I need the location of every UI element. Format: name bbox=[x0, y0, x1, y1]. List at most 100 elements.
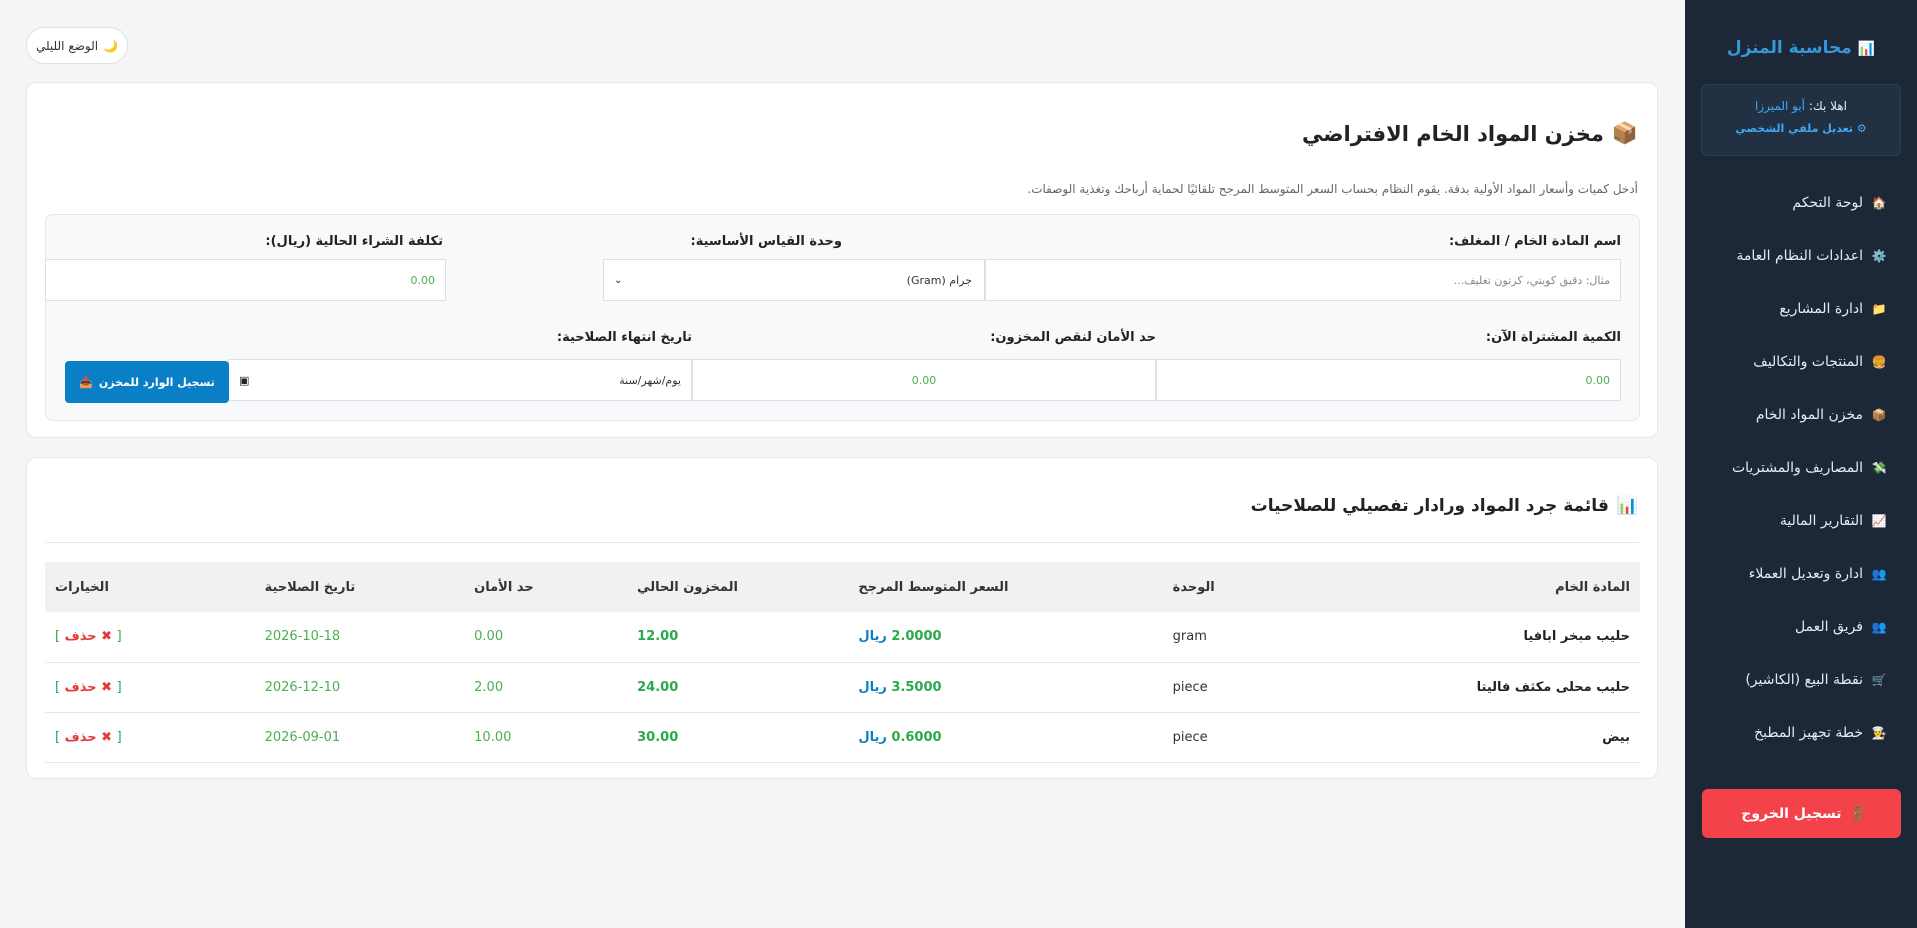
material-name-cell: بيض bbox=[1290, 712, 1640, 763]
sidebar-item[interactable]: 🏠 لوحة التحكم bbox=[1685, 177, 1917, 230]
sidebar-item-label: خطة تجهيز المطبخ bbox=[1754, 725, 1863, 741]
unit-select[interactable]: جرام (Gram) ⌄ bbox=[603, 259, 985, 301]
delete-cell: [ ✖ حذف ] bbox=[45, 712, 255, 763]
night-mode-label: الوضع الليلي bbox=[35, 38, 99, 53]
sidebar-item[interactable]: 👨‍🍳 خطة تجهيز المطبخ bbox=[1685, 707, 1917, 760]
sidebar-item[interactable]: ⚙️ اعدادات النظام العامة bbox=[1685, 230, 1917, 283]
delete-button[interactable]: [ ✖ حذف ] bbox=[55, 680, 122, 695]
sidebar-nav: 🏠 لوحة التحكم ⚙️ اعدادات النظام العامة 📁 ادار… bbox=[1685, 177, 1917, 760]
stock-cell: 24.00 bbox=[627, 662, 849, 713]
stock-cell: 12.00 bbox=[627, 612, 849, 663]
sidebar-item-icon: ⚙️ bbox=[1871, 249, 1887, 263]
page-title-text: مخزن المواد الخام الافتراضي bbox=[1302, 121, 1604, 146]
user-box: اهلا بك: أبو الميرزا ⚙ تعديل ملفي الشخصي bbox=[1701, 84, 1901, 156]
currency-label: ريال bbox=[858, 729, 887, 745]
logout-button[interactable]: 🚪 تسجيل الخروج bbox=[1702, 789, 1901, 838]
table-body: حليب مبخر ابافيا gram 2.0000 ريال 12.00 0.00… bbox=[45, 612, 1640, 763]
page-description: أدخل كميات وأسعار المواد الأولية بدقة. ي… bbox=[1027, 182, 1638, 196]
safety-input[interactable]: 0.00 bbox=[692, 359, 1156, 401]
column-header: السعر المتوسط المرجح bbox=[848, 562, 1163, 612]
chart-icon: 📊 bbox=[1857, 41, 1876, 57]
sidebar-item-icon: 💸 bbox=[1871, 461, 1887, 475]
gear-icon: ⚙ bbox=[1856, 122, 1867, 135]
price-value: 0.6000 bbox=[891, 729, 942, 745]
greeting-label: اهلا بك: bbox=[1808, 99, 1847, 113]
quantity-label: الكمية المشتراة الآن: bbox=[1485, 330, 1621, 345]
safety-cell: 10.00 bbox=[464, 712, 628, 763]
brand-title: محاسبة المنزل bbox=[1726, 38, 1852, 58]
sidebar-item-label: المصاريف والمشتريات bbox=[1731, 460, 1863, 476]
safety-placeholder: 0.00 bbox=[911, 373, 937, 387]
safety-cell: 0.00 bbox=[464, 612, 628, 663]
logout-label: تسجيل الخروج bbox=[1741, 805, 1842, 822]
sidebar-item-icon: 📈 bbox=[1871, 514, 1887, 528]
sidebar-item-label: التقارير المالية bbox=[1779, 513, 1863, 529]
door-icon: 🚪 bbox=[1849, 805, 1867, 822]
sidebar-item[interactable]: 📦 مخزن المواد الخام bbox=[1685, 389, 1917, 442]
quantity-input[interactable]: 0.00 bbox=[1156, 359, 1621, 401]
x-icon: ✖ bbox=[101, 629, 113, 645]
night-mode-toggle[interactable]: 🌙 الوضع الليلي bbox=[26, 27, 128, 64]
delete-label: حذف bbox=[64, 629, 97, 645]
stock-cell: 30.00 bbox=[627, 712, 849, 763]
table-title-text: قائمة جرد المواد ورادار تفصيلي للصلاحيات bbox=[1250, 496, 1609, 516]
sidebar-item-label: المنتجات والتكاليف bbox=[1753, 354, 1863, 370]
x-icon: ✖ bbox=[101, 729, 113, 745]
price-cell: 2.0000 ريال bbox=[848, 612, 1163, 663]
expiry-placeholder: يوم/شهر/سنة bbox=[619, 373, 681, 387]
sidebar-item[interactable]: 📁 ادارة المشاريع bbox=[1685, 283, 1917, 336]
cost-placeholder: 0.00 bbox=[410, 273, 436, 287]
sidebar-item[interactable]: 👥 ادارة وتعديل العملاء bbox=[1685, 548, 1917, 601]
unit-cell: piece bbox=[1162, 712, 1291, 763]
table-row: حليب مبخر ابافيا gram 2.0000 ريال 12.00 0.00… bbox=[45, 612, 1640, 663]
sidebar-item-icon: 🍔 bbox=[1871, 355, 1887, 369]
brand[interactable]: 📊 محاسبة المنزل bbox=[1685, 38, 1917, 58]
edit-profile-label: تعديل ملفي الشخصي bbox=[1735, 122, 1853, 135]
sidebar-item-icon: 👨‍🍳 bbox=[1871, 726, 1887, 740]
submit-label: تسجيل الوارد للمخزن bbox=[98, 375, 215, 389]
sidebar-item-label: ادارة وتعديل العملاء bbox=[1748, 566, 1863, 582]
column-header: الوحدة bbox=[1162, 562, 1291, 612]
x-icon: ✖ bbox=[101, 679, 113, 695]
expiry-cell: 2026-12-10 bbox=[254, 662, 465, 713]
material-name-input[interactable]: مثال: دقيق كويتي، كرتون تغليف... bbox=[985, 259, 1621, 301]
unit-select-value: جرام (Gram) bbox=[906, 273, 972, 287]
divider bbox=[45, 542, 1639, 543]
sidebar: 📊 محاسبة المنزل اهلا بك: أبو الميرزا ⚙ ت… bbox=[1685, 0, 1917, 928]
sidebar-item-label: فريق العمل bbox=[1794, 619, 1863, 635]
sidebar-item[interactable]: 👥 فريق العمل bbox=[1685, 601, 1917, 654]
moon-icon: 🌙 bbox=[103, 38, 119, 53]
add-material-form: اسم المادة الخام / المغلف: مثال: دقيق كو… bbox=[45, 214, 1640, 421]
edit-profile-link[interactable]: ⚙ تعديل ملفي الشخصي bbox=[1702, 122, 1900, 135]
inventory-table-card: 📊 قائمة جرد المواد ورادار تفصيلي للصلاحي… bbox=[26, 457, 1658, 779]
currency-label: ريال bbox=[858, 679, 887, 695]
column-header: المادة الخام bbox=[1290, 562, 1640, 612]
column-header: تاريخ الصلاحية bbox=[254, 562, 465, 612]
sidebar-item-icon: 📁 bbox=[1871, 302, 1887, 316]
delete-button[interactable]: [ ✖ حذف ] bbox=[55, 629, 122, 644]
table-header-row: المادة الخام الوحدة السعر المتوسط المرجح ال… bbox=[45, 562, 1640, 612]
delete-button[interactable]: [ ✖ حذف ] bbox=[55, 730, 122, 745]
sidebar-item[interactable]: 🛒 نقطة البيع (الكاشير) bbox=[1685, 654, 1917, 707]
cost-input[interactable]: 0.00 bbox=[45, 259, 446, 301]
sidebar-item-icon: 👥 bbox=[1871, 567, 1887, 581]
sidebar-item-icon: 📦 bbox=[1871, 408, 1887, 422]
safety-label: حد الأمان لنقص المخزون: bbox=[990, 330, 1156, 345]
sidebar-item[interactable]: 💸 المصاريف والمشتريات bbox=[1685, 442, 1917, 495]
sidebar-item[interactable]: 🍔 المنتجات والتكاليف bbox=[1685, 336, 1917, 389]
box-icon: 📦 bbox=[1611, 121, 1638, 145]
calendar-icon[interactable]: ▣ bbox=[239, 374, 249, 387]
expiry-date-input[interactable]: يوم/شهر/سنة ▣ bbox=[228, 359, 692, 401]
price-cell: 3.5000 ريال bbox=[848, 662, 1163, 713]
delete-cell: [ ✖ حذف ] bbox=[45, 662, 255, 713]
column-header: الخيارات bbox=[45, 562, 255, 612]
sidebar-item[interactable]: 📈 التقارير المالية bbox=[1685, 495, 1917, 548]
sidebar-item-icon: 🛒 bbox=[1871, 673, 1887, 687]
submit-inventory-button[interactable]: تسجيل الوارد للمخزن 📥 bbox=[65, 361, 229, 403]
page-title: 📦 مخزن المواد الخام الافتراضي bbox=[1302, 121, 1638, 146]
sidebar-item-label: نقطة البيع (الكاشير) bbox=[1745, 672, 1863, 688]
inventory-table: المادة الخام الوحدة السعر المتوسط المرجح ال… bbox=[45, 562, 1640, 763]
delete-cell: [ ✖ حذف ] bbox=[45, 612, 255, 663]
raw-materials-form-card: 📦 مخزن المواد الخام الافتراضي أدخل كميات… bbox=[26, 82, 1658, 438]
sidebar-item-label: مخزن المواد الخام bbox=[1755, 407, 1863, 423]
